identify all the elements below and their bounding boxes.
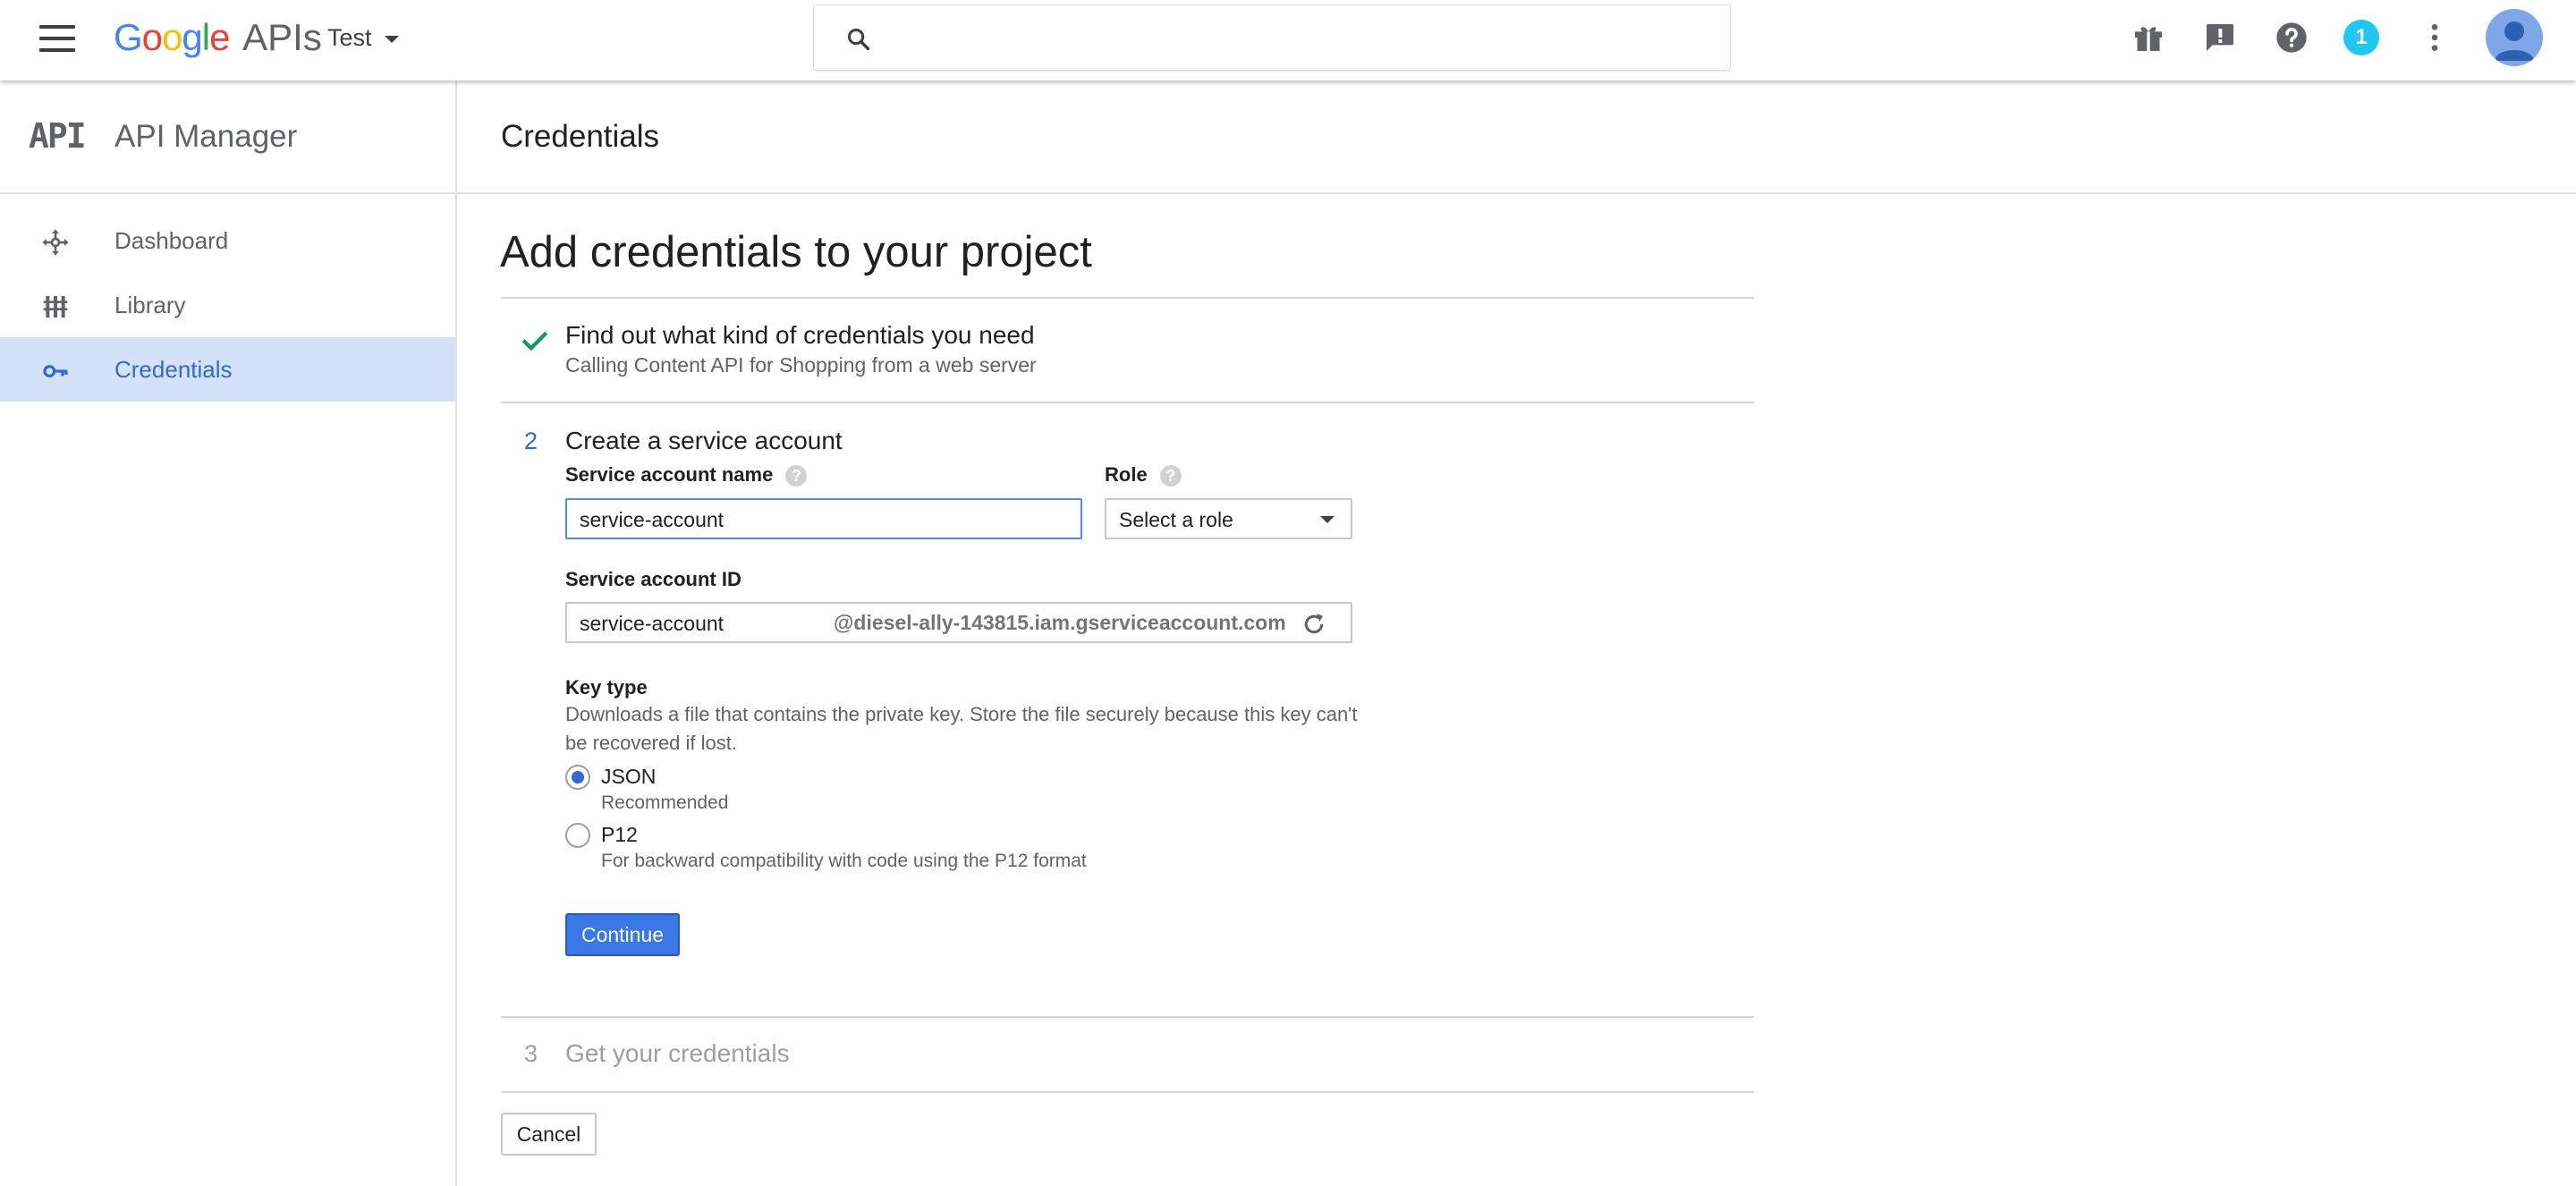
radio-label-p12[interactable]: P12 [601,822,638,847]
search-icon [847,28,870,51]
radio-sub-json: Recommended [601,792,729,813]
page-header: Credentials [457,80,2576,194]
sidebar-header: API API Manager [0,80,455,194]
radio-sub-p12: For backward compatibility with code usi… [601,851,1087,871]
step3-number: 3 [524,1040,538,1067]
key-icon [43,365,68,377]
page-title: Credentials [501,119,660,154]
role-select[interactable]: Select a role [1105,498,1352,539]
sidebar-item-label: Credentials [114,356,233,383]
input-value: service-account [580,508,724,531]
continue-button[interactable]: Continue [565,913,680,956]
sidebar-item-library[interactable]: Library [0,273,455,337]
step3-title: Get your credentials [565,1039,790,1067]
radio-json[interactable] [565,765,590,790]
sidebar-item-credentials[interactable]: Credentials [0,337,455,402]
checkmark-icon [521,331,548,352]
input-value: service-account [580,612,724,635]
sidebar-title: API Manager [114,119,298,154]
divider [501,1091,1754,1093]
divider [501,402,1754,403]
divider [501,297,1754,299]
google-apis-logo[interactable]: Google APIs [114,16,322,59]
label-text: Service account name [565,463,774,486]
logo-letter: g [182,16,202,58]
top-app-bar: Google APIs Test 1 [0,0,2576,80]
role-label: Role? [1105,462,1182,487]
search-box[interactable] [813,4,1731,71]
step1-title[interactable]: Find out what kind of credentials you ne… [565,320,1035,351]
label-text: Role [1105,463,1148,486]
service-account-id-label: Service account ID [565,568,741,590]
sidebar-item-dashboard[interactable]: Dashboard [0,208,455,273]
logo-letter: l [201,16,210,58]
step2-number: 2 [524,428,538,454]
gift-icon[interactable] [2131,20,2166,55]
logo-letter: o [162,16,182,58]
page-heading: Add credentials to your project [500,228,1092,276]
search-input[interactable] [894,14,1699,61]
select-value: Select a role [1119,508,1233,531]
radio-label-json[interactable]: JSON [601,764,656,789]
main-menu-icon[interactable] [39,25,75,52]
logo-apis-text: APIs [242,16,322,58]
refresh-icon[interactable] [1301,611,1327,638]
chevron-down-icon [1320,516,1335,523]
user-icon [2495,21,2534,61]
dashboard-icon [42,229,69,256]
service-account-id-input[interactable]: service-account @diesel-ally-143815.iam.… [565,602,1352,643]
logo-letter: G [114,16,143,58]
chevron-down-icon [384,35,399,43]
key-type-description: Downloads a file that contains the priva… [565,703,1358,754]
sidebar: API API Manager Dashboard Library Creden… [0,80,457,1186]
more-vert-icon[interactable] [2417,20,2453,55]
feedback-icon[interactable] [2202,20,2238,55]
service-account-name-label: Service account name? [565,462,808,487]
key-type-label: Key type [565,676,648,699]
api-logo-icon: API [29,116,87,156]
step2-title: Create a service account [565,427,843,454]
library-icon [43,296,68,318]
avatar[interactable] [2486,9,2543,66]
help-icon[interactable] [2274,20,2309,55]
sidebar-item-label: Library [114,292,186,318]
logo-letter: e [209,16,230,58]
service-account-name-input[interactable]: service-account [565,498,1082,539]
project-selector[interactable]: Test [327,21,399,54]
id-domain-suffix: @diesel-ally-143815.iam.gserviceaccount.… [834,611,1286,634]
radio-p12[interactable] [565,823,590,848]
step1-subtitle: Calling Content API for Shopping from a … [565,353,1037,377]
notifications-badge[interactable]: 1 [2343,20,2379,55]
help-icon[interactable]: ? [1159,465,1182,487]
divider [501,1016,1754,1018]
help-icon[interactable]: ? [785,465,808,487]
logo-letter: o [141,16,163,58]
project-name: Test [327,24,372,51]
sidebar-item-label: Dashboard [114,227,229,254]
cancel-button[interactable]: Cancel [501,1113,597,1156]
